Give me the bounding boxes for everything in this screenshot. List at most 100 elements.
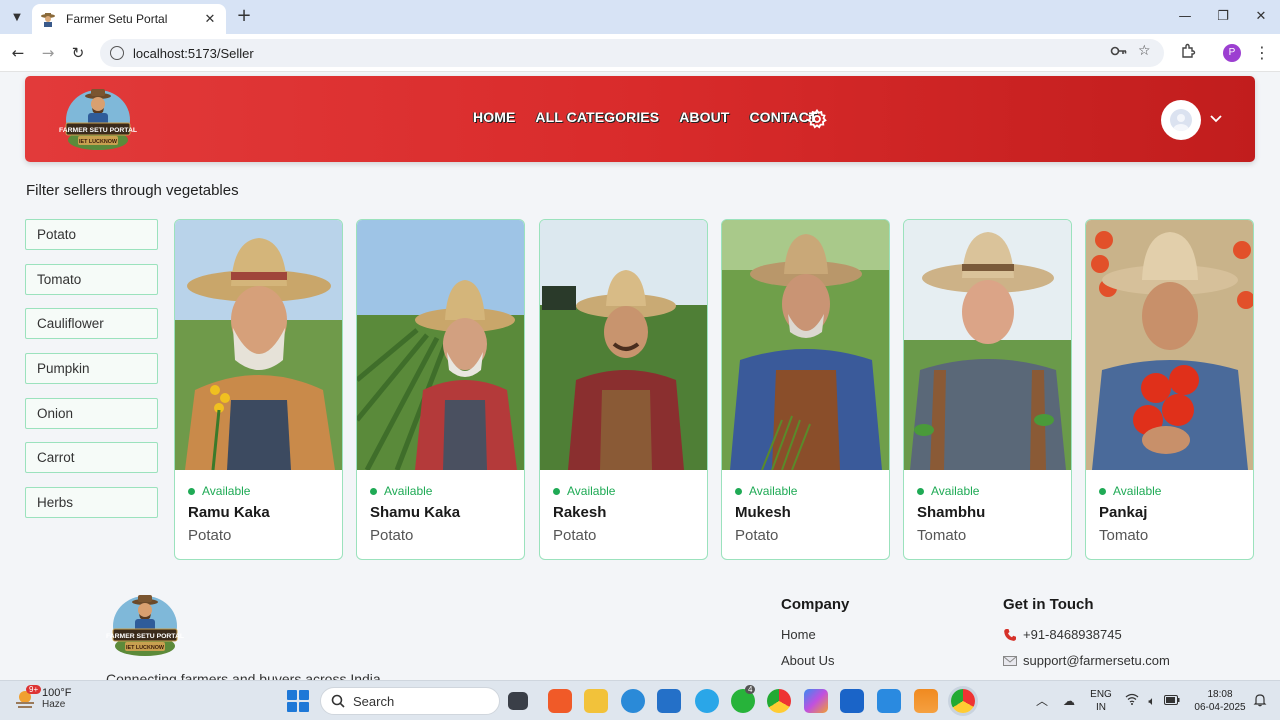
tab-search-chevron-icon[interactable]: ▼ [6, 6, 28, 28]
browser-toolbar: ← → ↻ localhost:5173/Seller ☆ P ⋮ [0, 34, 1280, 72]
footer-company: Company Home About Us [781, 596, 849, 679]
copilot-icon[interactable] [804, 689, 828, 713]
minimize-icon[interactable]: — [1166, 4, 1204, 30]
filter-cauliflower[interactable]: Cauliflower [25, 308, 158, 340]
filter-onion[interactable]: Onion [25, 397, 158, 429]
language-indicator[interactable]: ENG IN [1088, 688, 1114, 714]
status-dot [188, 487, 195, 495]
filter-herbs[interactable]: Herbs [25, 487, 158, 519]
maximize-icon[interactable]: ❐ [1204, 4, 1242, 30]
file-explorer-icon[interactable] [584, 689, 608, 713]
footer-email[interactable]: support@farmersetu.com [1003, 653, 1170, 668]
filter-pumpkin[interactable]: Pumpkin [25, 353, 158, 385]
footer-logo[interactable]: FARMER SETU PORTAL IET LUCKNOW [104, 590, 186, 660]
seller-name: Shambhu [917, 504, 986, 521]
taskbar-search[interactable]: Search [320, 687, 500, 715]
seller-card[interactable]: Available Shamu Kaka Potato [356, 219, 525, 560]
seller-photo [904, 220, 1071, 470]
seller-photo [1086, 220, 1253, 470]
seller-card[interactable]: Available Mukesh Potato [721, 219, 890, 560]
nav-about[interactable]: ABOUT [679, 109, 729, 125]
new-tab-icon[interactable]: + [234, 6, 254, 28]
seller-name: Shamu Kaka [370, 504, 461, 521]
bookmark-star-icon[interactable]: ☆ [1138, 43, 1151, 59]
clock[interactable]: 18:08 06-04-2025 [1188, 688, 1252, 714]
mail-icon [1003, 654, 1017, 668]
gear-icon[interactable] [807, 108, 827, 129]
seller-card[interactable]: Available Shambhu Tomato [903, 219, 1072, 560]
footer-link-home[interactable]: Home [781, 627, 849, 642]
outlook-icon[interactable] [840, 689, 864, 713]
chrome-icon[interactable] [767, 689, 791, 713]
brave-browser-icon[interactable] [548, 689, 572, 713]
status-dot [1099, 487, 1106, 495]
tray-chevron-up-icon[interactable]: ︿ [1034, 693, 1050, 709]
seller-vegetable: Potato [370, 527, 414, 544]
language-region: IN [1096, 702, 1106, 713]
seller-photo [540, 220, 707, 470]
nav-all-categories[interactable]: ALL CATEGORIES [535, 109, 659, 125]
availability-text: Available [567, 484, 616, 498]
notification-bell-icon[interactable] [1252, 693, 1268, 709]
status-dot [370, 487, 377, 495]
availability-text: Available [384, 484, 433, 498]
seller-name: Rakesh [553, 504, 607, 521]
weather-alert-badge: 9+ [26, 685, 42, 694]
address-bar[interactable]: localhost:5173/Seller [100, 39, 1164, 67]
reload-icon[interactable]: ↻ [67, 42, 89, 64]
availability-badge: Available [188, 484, 342, 498]
volume-icon[interactable]: 🔈︎ [1144, 693, 1160, 709]
filter-potato[interactable]: Potato [25, 219, 158, 250]
extensions-icon[interactable] [1178, 43, 1198, 63]
seller-vegetable: Potato [188, 527, 232, 544]
url-text: localhost:5173/Seller [133, 45, 254, 61]
back-icon[interactable]: ← [7, 42, 29, 64]
seller-photo [357, 220, 524, 470]
weather-widget[interactable]: 9+ 100°F Haze [14, 685, 71, 711]
browser-menu-icon[interactable]: ⋮ [1254, 42, 1270, 64]
vegetable-filter-list: Potato Tomato Cauliflower Pumpkin Onion … [25, 219, 158, 532]
store-icon[interactable] [657, 689, 681, 713]
user-avatar-icon [1170, 109, 1192, 131]
vlc-icon[interactable] [914, 689, 938, 713]
site-info-icon[interactable] [110, 46, 124, 60]
wifi-icon[interactable] [1124, 693, 1140, 709]
vscode-icon[interactable] [877, 689, 901, 713]
chevron-down-icon[interactable] [1209, 110, 1223, 124]
footer-contact: Get in Touch +91-8468938745 support@farm… [1003, 596, 1170, 679]
browser-tab[interactable]: Farmer Setu Portal ✕ [32, 4, 226, 34]
availability-badge: Available [735, 484, 889, 498]
seller-card[interactable]: Available Ramu Kaka Potato [174, 219, 343, 560]
farmer-favicon-icon [40, 11, 56, 27]
search-icon [331, 694, 345, 708]
edge-browser-icon[interactable] [621, 689, 645, 713]
seller-card[interactable]: Available Pankaj Tomato [1085, 219, 1254, 560]
seller-card[interactable]: Available Rakesh Potato [539, 219, 708, 560]
windows-taskbar: 9+ 100°F Haze Search 4 ︿ ☁ ENG IN 🔈︎ 18:… [0, 680, 1280, 720]
seller-photo [175, 220, 342, 470]
battery-icon[interactable] [1164, 693, 1180, 709]
tab-close-icon[interactable]: ✕ [202, 12, 218, 27]
filter-tomato[interactable]: Tomato [25, 263, 158, 295]
footer-contact-title: Get in Touch [1003, 596, 1094, 613]
filter-carrot[interactable]: Carrot [25, 442, 158, 474]
forward-icon[interactable]: → [37, 42, 59, 64]
windows-start-icon[interactable] [287, 690, 309, 712]
footer-phone[interactable]: +91-8468938745 [1003, 627, 1170, 642]
chrome-profile-icon[interactable] [951, 689, 975, 713]
profile-avatar[interactable]: P [1223, 44, 1241, 62]
user-avatar[interactable] [1161, 100, 1201, 140]
availability-badge: Available [370, 484, 524, 498]
nav-home[interactable]: HOME [473, 109, 515, 125]
task-view-icon[interactable] [508, 692, 528, 710]
window-close-icon[interactable]: ✕ [1242, 4, 1280, 30]
site-logo[interactable]: FARMER SETU PORTAL IET LUCKNOW [57, 84, 139, 154]
availability-text: Available [202, 484, 251, 498]
seller-name: Pankaj [1099, 504, 1148, 521]
weather-app-icon[interactable] [695, 689, 719, 713]
onedrive-cloud-icon[interactable]: ☁ [1061, 693, 1077, 709]
tab-title: Farmer Setu Portal [66, 12, 168, 26]
footer-link-about[interactable]: About Us [781, 653, 849, 668]
password-key-icon[interactable] [1110, 44, 1128, 62]
whatsapp-icon[interactable]: 4 [731, 685, 756, 713]
